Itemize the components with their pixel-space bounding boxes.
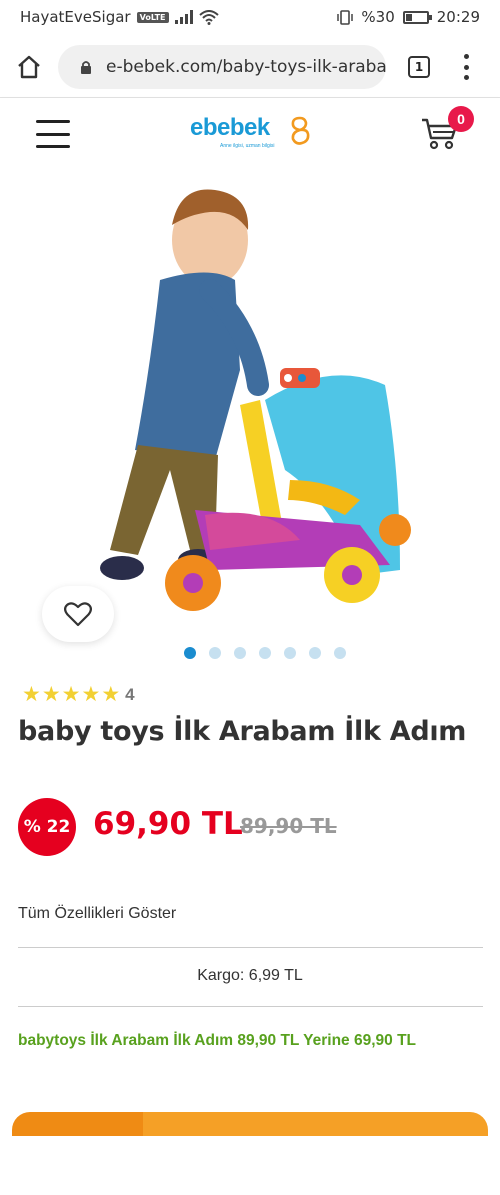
bottom-spacer [0,1136,500,1195]
menu-dot [463,64,469,70]
hamburger-menu-button[interactable] [36,120,70,148]
gallery-dot[interactable] [309,647,321,659]
battery-percent: %30 [361,8,395,26]
ebebek-logo[interactable]: ebebek Anne ilgisi, uzman bilgisi [190,114,320,154]
url-text: e-bebek.com/baby-toys-ilk-araba [106,57,386,77]
product-rating[interactable]: ★ ★ ★ ★ ★ 4 [22,684,135,705]
logo-text: ebebek [190,114,270,141]
star-icon: ★ [61,683,81,706]
signal-icon [174,10,193,24]
site-header: ebebek Anne ilgisi, uzman bilgisi [0,98,500,170]
hamburger-line [36,145,70,148]
add-to-cart-button[interactable] [143,1112,488,1136]
tab-switcher-button[interactable]: 1 [408,56,430,78]
logo-mark-icon [291,116,310,145]
status-bar: HayatEveSigar VoLTE %30 20:29 [0,0,500,36]
heart-icon [64,602,92,627]
gallery-dot[interactable] [209,647,221,659]
show-all-features-link[interactable]: Tüm Özellikleri Göster [18,905,176,923]
review-count: 4 [125,684,135,704]
shipping-cost: Kargo: 6,99 TL [197,967,303,984]
old-price: 89,90 TL [240,814,337,838]
add-to-cart-bar[interactable] [12,1112,488,1136]
logo-tagline: Anne ilgisi, uzman bilgisi [220,143,275,149]
gallery-dot[interactable] [284,647,296,659]
hamburger-line [36,120,70,123]
vibrate-icon [337,9,354,25]
favorite-button[interactable] [42,586,114,642]
lock-icon [81,61,91,74]
wifi-icon [198,9,219,25]
gallery-dot[interactable] [184,647,196,659]
volte-badge: VoLTE [136,11,169,23]
menu-dot [463,75,469,80]
menu-dot [463,54,469,59]
divider [18,1006,483,1007]
address-bar[interactable]: e-bebek.com/baby-toys-ilk-araba [58,45,386,89]
cart-count-badge: 0 [448,106,474,132]
discount-badge: % 22 [18,798,76,856]
star-icon: ★ [41,683,61,706]
home-icon [18,55,40,79]
browser-menu-button[interactable] [458,54,474,80]
gallery-dot[interactable] [334,647,346,659]
carrier-name: HayatEveSigar [20,8,131,26]
divider [18,947,483,948]
gallery-dot[interactable] [234,647,246,659]
home-button[interactable] [14,52,44,82]
hamburger-line [36,132,70,136]
product-image-gallery[interactable] [0,170,500,640]
star-icon: ★ [81,683,101,706]
quantity-section[interactable] [12,1112,143,1136]
battery-icon [402,10,432,24]
gallery-pagination [184,647,346,659]
star-icon: ★ [22,683,41,706]
promo-text: babytoys İlk Arabam İlk Adım 89,90 TL Ye… [18,1032,417,1049]
star-icon: ★ [101,683,121,706]
product-title: baby toys İlk Arabam İlk Adım [18,716,467,747]
current-price: 69,90 TL [93,806,243,842]
battery-level-fill [405,13,412,21]
gallery-dot[interactable] [259,647,271,659]
clock: 20:29 [436,8,480,26]
browser-toolbar: e-bebek.com/baby-toys-ilk-araba 1 [0,36,500,98]
product-image [100,189,411,611]
